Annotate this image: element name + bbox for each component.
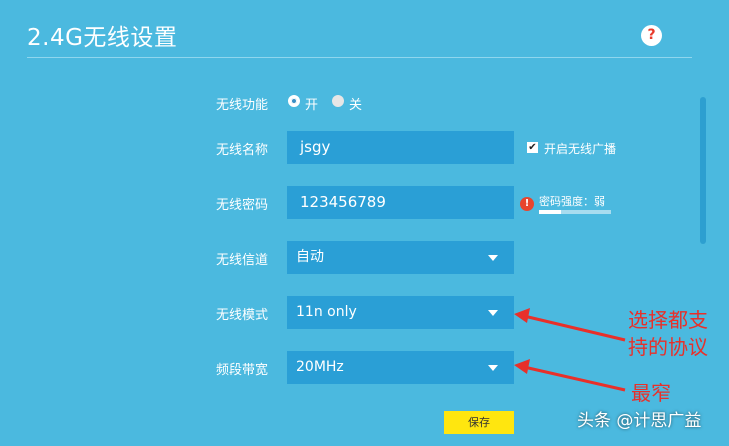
annotation-arrows (514, 308, 626, 392)
watermark: 头条 @计思广益 (577, 411, 702, 431)
arrow-head-bandwidth (514, 359, 530, 374)
arrow-head-mode (514, 308, 530, 323)
annotation-bandwidth-note: 最窄 (631, 381, 671, 405)
arrow-to-mode (523, 314, 626, 342)
annotation-protocol-line1: 选择都支 (628, 308, 708, 332)
annotation-protocol-line2: 持的协议 (628, 335, 708, 359)
arrow-to-bandwidth (523, 365, 626, 392)
